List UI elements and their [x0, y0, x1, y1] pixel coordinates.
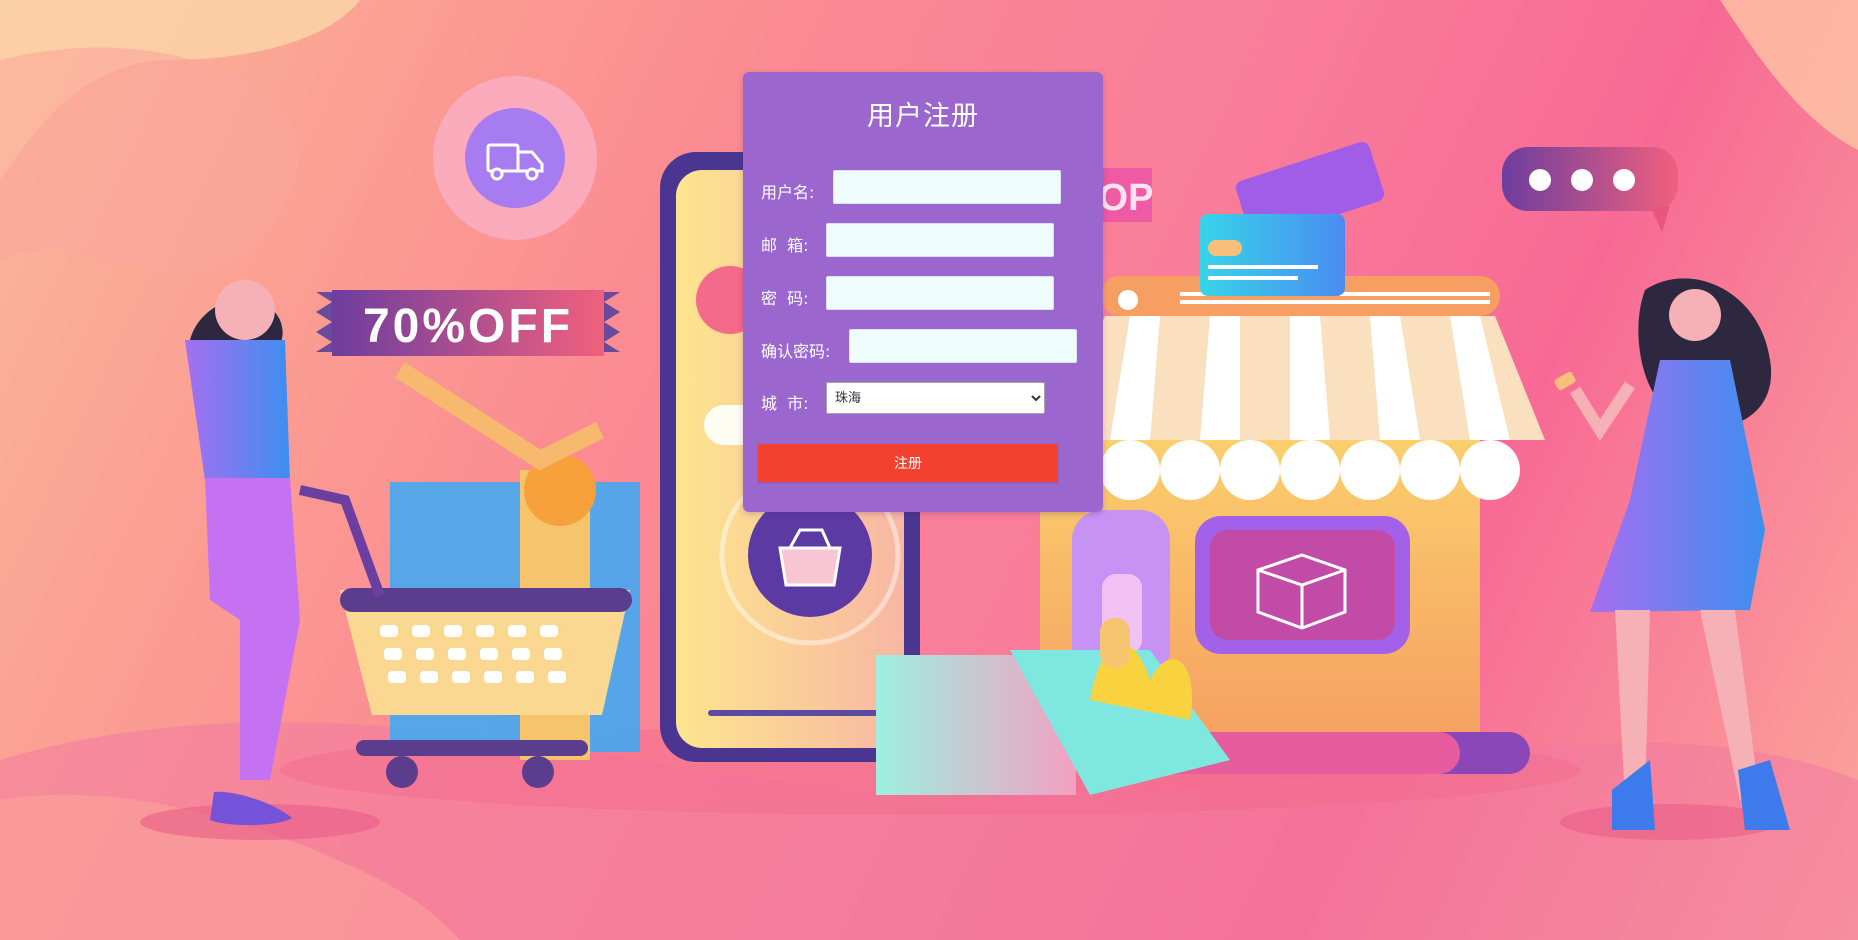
city-select[interactable]: 珠海 [826, 382, 1045, 414]
registration-panel: 用户注册 用户名: 邮 箱: 密 码: 确认密码: 城 市: 珠海 注册 [743, 72, 1103, 512]
city-label: 城 市: [761, 394, 809, 413]
delivery-circle-inner [465, 108, 565, 208]
email-label: 邮 箱: [761, 236, 809, 255]
email-input[interactable] [826, 223, 1054, 257]
confirm-password-input[interactable] [849, 329, 1077, 363]
bg-blob-left [0, 47, 298, 273]
confirm-password-label: 确认密码: [761, 342, 831, 361]
bg-blob-right [1720, 0, 1858, 150]
form-title: 用户注册 [867, 101, 979, 132]
password-label: 密 码: [761, 289, 809, 308]
register-button[interactable]: 注册 [758, 444, 1058, 482]
shop-sign-text: OP [1099, 177, 1154, 219]
username-label: 用户名: [761, 183, 815, 202]
username-input[interactable] [833, 170, 1061, 204]
password-input[interactable] [826, 276, 1054, 310]
chat-dot-icon [1571, 169, 1593, 191]
credit-card-illustration [1200, 141, 1385, 296]
chat-dot-icon [1613, 169, 1635, 191]
chat-bubble-illustration [1502, 147, 1678, 232]
discount-banner: 70%OFF [316, 290, 620, 356]
discount-banner-text: 70%OFF [363, 300, 573, 353]
chat-dot-icon [1529, 169, 1551, 191]
